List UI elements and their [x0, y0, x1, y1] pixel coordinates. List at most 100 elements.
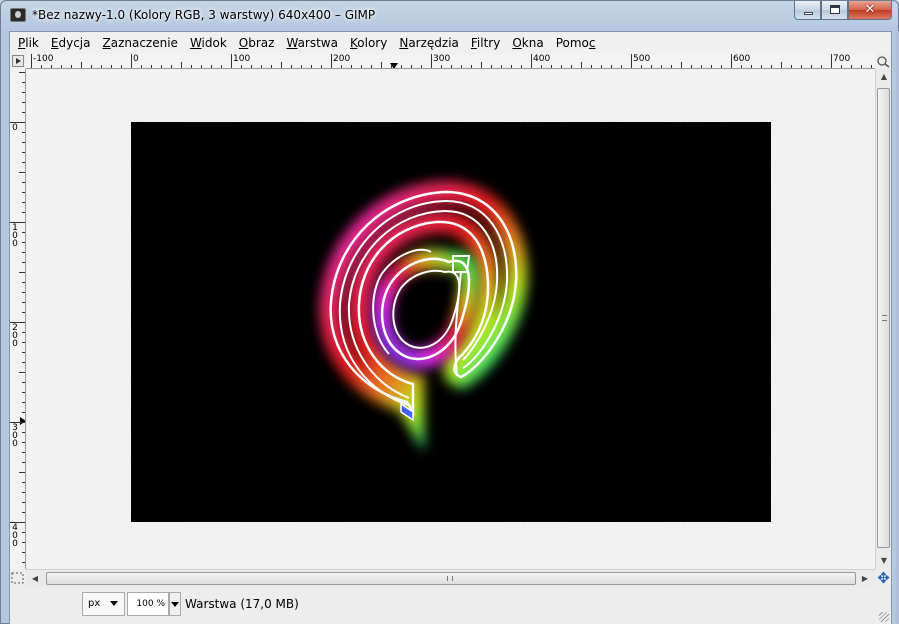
ruler-tick [821, 65, 822, 68]
quick-mask-menu-button[interactable] [12, 55, 24, 67]
maximize-button[interactable] [821, 1, 848, 20]
ruler-label: 0 [12, 123, 18, 133]
scroll-grip-icon [882, 315, 887, 321]
ruler-tick [271, 65, 272, 68]
quick-mask-toggle-icon[interactable] [10, 569, 26, 587]
menu-item[interactable]: Warstwa [280, 32, 344, 54]
minimize-button[interactable] [794, 1, 821, 20]
ruler-tick [331, 54, 332, 68]
menu-item[interactable]: Obraz [233, 32, 281, 54]
menu-item-label: arzędzia [408, 36, 459, 50]
ruler-tick [861, 65, 862, 68]
status-bar: px 100 % Warstwa (17,0 MB) [10, 588, 891, 624]
ruler-tick [731, 54, 732, 68]
image-canvas[interactable] [131, 122, 771, 522]
horizontal-scroll-thumb[interactable] [46, 572, 856, 585]
ruler-tick [831, 54, 832, 68]
navigate-image-icon[interactable]: ✥ [876, 570, 891, 586]
scroll-down-arrow-icon[interactable]: ▼ [876, 553, 892, 569]
ruler-tick [22, 112, 25, 113]
ruler-label: -100 [33, 54, 54, 64]
ruler-tick [61, 65, 62, 68]
ruler-tick [231, 54, 232, 68]
ruler-tick [22, 92, 25, 93]
resize-grip[interactable] [879, 612, 889, 622]
ruler-tick [22, 362, 25, 363]
ruler-tick [611, 65, 612, 68]
ruler-tick [751, 65, 752, 68]
ruler-tick [561, 65, 562, 68]
menu-item-label: dycja [58, 36, 91, 50]
ruler-tick [341, 65, 342, 68]
ruler-tick [391, 65, 392, 68]
ruler-tick [22, 132, 25, 133]
ruler-label: 400 [533, 54, 551, 64]
ruler-tick [681, 62, 682, 68]
ruler-tick [711, 65, 712, 68]
canvas-area[interactable] [27, 70, 875, 569]
ruler-tick [161, 65, 162, 68]
minimize-icon [804, 12, 813, 15]
ruler-tick [361, 65, 362, 68]
scroll-up-arrow-icon[interactable]: ▲ [876, 69, 892, 85]
ruler-tick [441, 65, 442, 68]
horizontal-scrollbar[interactable]: ◀ ▶ [26, 569, 875, 587]
horizontal-ruler[interactable]: -100 0 100 200 300 400 500 600 700 [26, 54, 875, 69]
ruler-tick [791, 65, 792, 68]
vertical-scrollbar[interactable]: ▲ ▼ [875, 69, 891, 569]
ruler-tick [22, 162, 25, 163]
ruler-tick [22, 312, 25, 313]
vertical-ruler[interactable]: 0 100 200 300 400 [10, 69, 26, 569]
ruler-tick [181, 62, 182, 68]
menu-item[interactable]: Narzędzia [393, 32, 465, 54]
ruler-tick [851, 65, 852, 68]
zoom-input[interactable]: 100 % [127, 592, 169, 616]
ruler-label: 700 [833, 54, 851, 64]
close-button[interactable]: ✕ [848, 1, 892, 20]
ruler-tick [22, 512, 25, 513]
scroll-right-arrow-icon[interactable]: ▶ [856, 570, 874, 588]
vertical-scroll-thumb[interactable] [877, 88, 890, 548]
ruler-tick [261, 65, 262, 68]
ruler-tick [22, 462, 25, 463]
menu-item[interactable]: Okna [506, 32, 549, 54]
ruler-tick [22, 482, 25, 483]
menu-item[interactable]: Plik [12, 32, 45, 54]
menu-item-label: idok [201, 36, 227, 50]
ruler-tick [641, 65, 642, 68]
close-icon: ✕ [864, 2, 876, 17]
ruler-label: 100 [233, 54, 251, 64]
ruler-tick [22, 532, 25, 533]
ruler-tick [211, 65, 212, 68]
ruler-tick [401, 65, 402, 68]
ruler-tick [301, 65, 302, 68]
maximize-icon [830, 5, 840, 14]
zoom-image-when-window-size-changes-icon[interactable] [876, 55, 890, 68]
ruler-tick [221, 65, 222, 68]
ruler-label: 300 [433, 54, 451, 64]
ruler-tick [22, 142, 25, 143]
gimp-app-icon[interactable] [10, 8, 26, 22]
unit-select[interactable]: px [82, 592, 125, 616]
ruler-tick [22, 292, 25, 293]
menu-item[interactable]: Edycja [45, 32, 97, 54]
ruler-tick [771, 65, 772, 68]
menu-item[interactable]: Filtry [465, 32, 506, 54]
title-bar[interactable]: *Bez nazwy-1.0 (Kolory RGB, 3 warstwy) 6… [1, 1, 898, 31]
menu-item[interactable]: Widok [184, 32, 233, 54]
ruler-tick [191, 65, 192, 68]
ruler-tick [841, 65, 842, 68]
ruler-tick [22, 302, 25, 303]
ruler-tick [19, 272, 25, 273]
scroll-left-arrow-icon[interactable]: ◀ [26, 570, 44, 588]
ruler-tick [811, 65, 812, 68]
scroll-grip-icon [447, 576, 453, 581]
ruler-tick [41, 65, 42, 68]
menu-item[interactable]: Zaznaczenie [96, 32, 183, 54]
menu-item-label: iltry [476, 36, 501, 50]
zoom-dropdown-button[interactable] [169, 592, 181, 616]
menu-item-mnemonic: N [399, 36, 409, 50]
menu-item[interactable]: Pomoc [550, 32, 602, 54]
ruler-tick [491, 65, 492, 68]
menu-item[interactable]: Kolory [344, 32, 393, 54]
